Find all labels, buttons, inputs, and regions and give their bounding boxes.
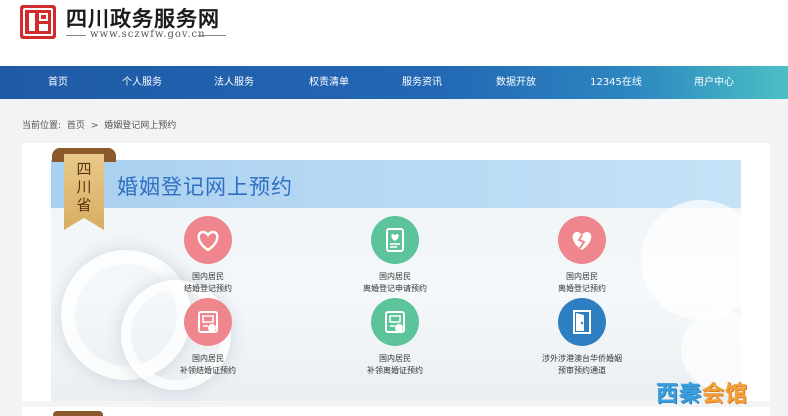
foreign-marriage-label[interactable]: 涉外涉港澳台华侨婚姻 预审预约通道 bbox=[507, 353, 657, 377]
nav-item-open-data[interactable]: 数据开放 bbox=[488, 66, 544, 99]
marriage-appointment-label[interactable]: 国内居民 结婚登记预约 bbox=[133, 271, 283, 295]
door-icon bbox=[573, 310, 591, 334]
reissue-marriage-cert-label[interactable]: 国内居民 补领结婚证预约 bbox=[133, 353, 283, 377]
ribbon-char: 省 bbox=[76, 196, 92, 214]
breadcrumb-current: 婚姻登记网上预约 bbox=[104, 121, 177, 131]
breadcrumb: 当前位置: 首页 > 婚姻登记网上预约 bbox=[22, 118, 179, 131]
foreign-marriage-button[interactable] bbox=[558, 298, 606, 346]
reissue-divorce-cert-label[interactable]: 国内居民 补领离婚证预约 bbox=[320, 353, 470, 377]
watermark: 西秦会馆 bbox=[656, 382, 749, 407]
nav-item-power-list[interactable]: 权责清单 bbox=[301, 66, 357, 99]
next-card bbox=[22, 407, 770, 416]
nav-item-user-center[interactable]: 用户中心 bbox=[684, 66, 744, 99]
nav-item-home[interactable]: 首页 bbox=[36, 66, 80, 99]
province-ribbon: 四 川 省 bbox=[52, 148, 116, 230]
site-logo[interactable] bbox=[20, 5, 56, 39]
divorce-appointment-label[interactable]: 国内居民 离婚登记预约 bbox=[507, 271, 657, 295]
reissue-divorce-cert-button[interactable] bbox=[371, 298, 419, 346]
nav-item-personal[interactable]: 个人服务 bbox=[114, 66, 170, 99]
nav-item-news[interactable]: 服务资讯 bbox=[394, 66, 450, 99]
breadcrumb-separator: > bbox=[90, 121, 99, 131]
divorce-appointment-button[interactable] bbox=[558, 216, 606, 264]
certificate-icon bbox=[385, 311, 405, 333]
certificate-icon bbox=[198, 311, 218, 333]
nav-item-legal-person[interactable]: 法人服务 bbox=[206, 66, 262, 99]
broken-heart-icon bbox=[572, 232, 592, 250]
site-header: 四川政务服务网 www.sczwfw.gov.cn bbox=[0, 0, 788, 66]
ribbon-char: 四 bbox=[76, 160, 92, 178]
url-divider-right bbox=[198, 35, 226, 36]
site-url: www.sczwfw.gov.cn bbox=[90, 29, 206, 40]
document-heart-icon bbox=[386, 228, 404, 252]
breadcrumb-prefix: 当前位置: bbox=[22, 121, 62, 131]
divorce-application-label[interactable]: 国内居民 离婚登记申请预约 bbox=[320, 271, 470, 295]
marriage-appointment-button[interactable] bbox=[184, 216, 232, 264]
main-nav: 首页 个人服务 法人服务 权责清单 服务资讯 数据开放 12345在线 用户中心 bbox=[0, 66, 788, 99]
reissue-marriage-cert-button[interactable] bbox=[184, 298, 232, 346]
next-card-tab bbox=[53, 411, 103, 416]
decor-glow bbox=[641, 200, 741, 320]
banner-title: 婚姻登记网上预约 bbox=[117, 175, 293, 199]
url-divider-left bbox=[66, 35, 86, 36]
nav-item-12345[interactable]: 12345在线 bbox=[580, 66, 652, 99]
heart-icon bbox=[197, 230, 219, 252]
ribbon-char: 川 bbox=[76, 178, 92, 196]
divorce-application-button[interactable] bbox=[371, 216, 419, 264]
breadcrumb-home[interactable]: 首页 bbox=[67, 121, 85, 131]
